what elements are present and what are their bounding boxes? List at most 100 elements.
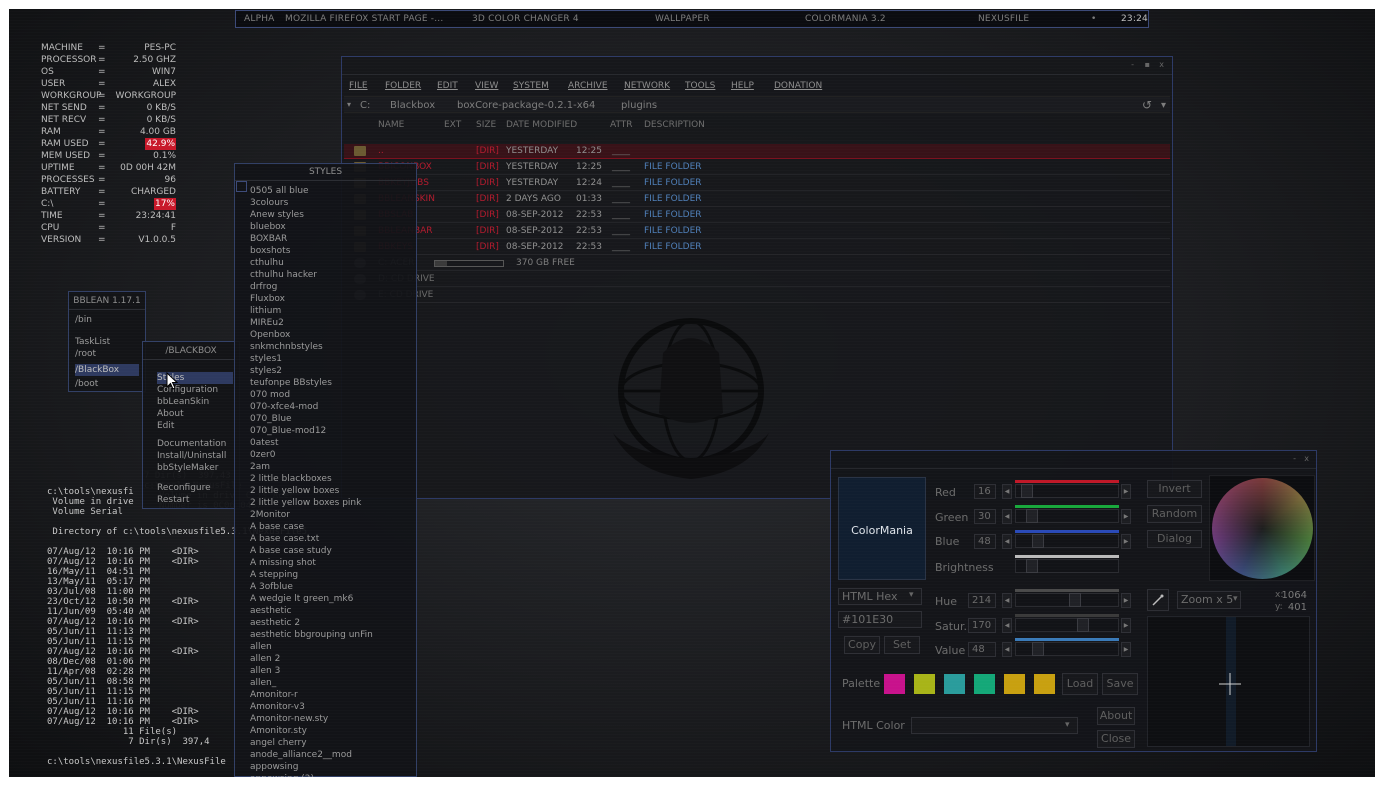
zoom-dropdown-icon[interactable]: ▾ bbox=[1233, 594, 1238, 604]
style-item[interactable]: aesthetic bbgrouping unFin bbox=[250, 629, 412, 641]
drive-row[interactable]: C: ACER370 GB FREE bbox=[344, 256, 1170, 271]
blue-input[interactable]: 48 bbox=[974, 534, 996, 549]
invert-button[interactable]: Invert bbox=[1147, 480, 1202, 498]
palette-swatch[interactable] bbox=[1034, 674, 1055, 694]
value-input[interactable]: 48 bbox=[968, 642, 996, 657]
style-item[interactable]: allen 3 bbox=[250, 665, 412, 677]
style-item[interactable]: angel cherry bbox=[250, 737, 412, 749]
style-item[interactable]: 2Monitor bbox=[250, 509, 412, 521]
satur-slider-thumb[interactable] bbox=[1076, 618, 1089, 632]
bblean-menu-item[interactable]: TaskList bbox=[75, 336, 139, 348]
format-dropdown-icon[interactable]: ▾ bbox=[909, 590, 914, 600]
style-item[interactable]: A base case.txt bbox=[250, 533, 412, 545]
blackbox-menu-item[interactable]: Edit bbox=[157, 420, 233, 432]
taskbar-item-alpha[interactable]: ALPHA bbox=[244, 14, 275, 24]
hue-input[interactable]: 214 bbox=[968, 593, 996, 608]
style-item[interactable]: drfrog bbox=[250, 281, 412, 293]
green-input[interactable]: 30 bbox=[974, 509, 996, 524]
style-item[interactable]: anode_alliance2__mod bbox=[250, 749, 412, 761]
random-button[interactable]: Random bbox=[1147, 505, 1202, 523]
blackbox-menu-item[interactable]: About bbox=[157, 408, 233, 420]
style-item[interactable]: 2am bbox=[250, 461, 412, 473]
brightness-slider-thumb[interactable] bbox=[1025, 559, 1038, 573]
file-row[interactable]: BBICONBOX[DIR]YESTERDAY12:25____FILE FOL… bbox=[344, 160, 1170, 175]
style-item[interactable]: A stepping bbox=[250, 569, 412, 581]
style-item[interactable]: Amonitor-v3 bbox=[250, 701, 412, 713]
style-item[interactable]: Amonitor.sty bbox=[250, 725, 412, 737]
color-wheel[interactable] bbox=[1212, 478, 1313, 579]
menu-help[interactable]: HELP bbox=[731, 81, 754, 91]
cm-close-icon[interactable]: x bbox=[1304, 454, 1309, 463]
file-row[interactable]: .. [DIR] YESTERDAY 12:25 ____ bbox=[344, 144, 1170, 159]
palette-swatch[interactable] bbox=[1004, 674, 1025, 694]
satur-decrement-button[interactable]: ◀ bbox=[1002, 618, 1012, 633]
red-input[interactable]: 16 bbox=[974, 484, 996, 499]
style-item[interactable]: styles2 bbox=[250, 365, 412, 377]
style-item[interactable]: 2 little blackboxes bbox=[250, 473, 412, 485]
blue-slider[interactable] bbox=[1015, 534, 1119, 548]
style-item[interactable]: appowsing bbox=[250, 761, 412, 773]
html-color-dropdown-icon[interactable]: ▾ bbox=[1065, 720, 1070, 730]
style-item[interactable]: cthulhu hacker bbox=[250, 269, 412, 281]
blue-decrement-button[interactable]: ◀ bbox=[1002, 534, 1012, 549]
path-dropdown-icon[interactable]: ▾ bbox=[1161, 100, 1166, 111]
palette-swatch[interactable] bbox=[944, 674, 965, 694]
blackbox-menu-item[interactable]: bbStyleMaker bbox=[157, 462, 233, 474]
zoom-view[interactable] bbox=[1147, 616, 1310, 747]
column-size[interactable]: SIZE bbox=[476, 120, 496, 130]
html-color-select[interactable] bbox=[911, 717, 1078, 734]
taskbar-item-colormania[interactable]: COLORMANIA 3.2 bbox=[805, 14, 886, 24]
menu-view[interactable]: VIEW bbox=[475, 81, 498, 91]
style-item[interactable]: aesthetic bbox=[250, 605, 412, 617]
breadcrumb-plugins[interactable]: plugins bbox=[621, 100, 657, 111]
red-increment-button[interactable]: ▶ bbox=[1121, 484, 1131, 499]
file-row[interactable]: BBKEYS[DIR]08-SEP-201222:53____FILE FOLD… bbox=[344, 240, 1170, 255]
style-item[interactable]: 0505 all blue bbox=[250, 185, 412, 197]
blackbox-menu-item[interactable]: Restart bbox=[157, 494, 233, 506]
copy-button[interactable]: Copy bbox=[844, 636, 880, 654]
style-item[interactable]: snkmchnbstyles bbox=[250, 341, 412, 353]
style-item[interactable]: cthulhu bbox=[250, 257, 412, 269]
hue-decrement-button[interactable]: ◀ bbox=[1002, 593, 1012, 608]
style-item[interactable]: bluebox bbox=[250, 221, 412, 233]
green-decrement-button[interactable]: ◀ bbox=[1002, 509, 1012, 524]
maximize-icon[interactable]: ▪ bbox=[1145, 60, 1150, 69]
style-item[interactable]: BOXBAR bbox=[250, 233, 412, 245]
satur-input[interactable]: 170 bbox=[968, 618, 996, 633]
style-item[interactable]: lithium bbox=[250, 305, 412, 317]
set-button[interactable]: Set bbox=[884, 636, 920, 654]
green-increment-button[interactable]: ▶ bbox=[1121, 509, 1131, 524]
value-increment-button[interactable]: ▶ bbox=[1121, 642, 1131, 657]
palette-swatch[interactable] bbox=[914, 674, 935, 694]
red-decrement-button[interactable]: ◀ bbox=[1002, 484, 1012, 499]
style-item[interactable]: 070 mod bbox=[250, 389, 412, 401]
bblean-menu-item[interactable]: /boot bbox=[75, 378, 139, 390]
style-item[interactable]: 2 little yellow boxes bbox=[250, 485, 412, 497]
eyedropper-icon[interactable] bbox=[1147, 589, 1169, 611]
hue-increment-button[interactable]: ▶ bbox=[1121, 593, 1131, 608]
value-decrement-button[interactable]: ◀ bbox=[1002, 642, 1012, 657]
red-slider-thumb[interactable] bbox=[1020, 484, 1033, 498]
file-manager-titlebar[interactable]: - ▪ x bbox=[342, 57, 1172, 75]
menu-file[interactable]: FILE bbox=[349, 81, 368, 91]
load-button[interactable]: Load bbox=[1062, 673, 1098, 695]
close-button[interactable]: Close bbox=[1097, 730, 1135, 748]
drive-row[interactable]: D: CD DRIVE bbox=[344, 272, 1170, 287]
menu-folder[interactable]: FOLDER bbox=[385, 81, 421, 91]
file-row[interactable]: BBSLAB[DIR]08-SEP-201222:53____FILE FOLD… bbox=[344, 208, 1170, 223]
style-item[interactable]: boxshots bbox=[250, 245, 412, 257]
style-item[interactable]: 3colours bbox=[250, 197, 412, 209]
menu-system[interactable]: SYSTEM bbox=[513, 81, 549, 91]
blackbox-menu-item[interactable]: Documentation bbox=[157, 438, 233, 450]
bblean-menu-item[interactable]: /root bbox=[75, 348, 139, 360]
path-back-icon[interactable]: ▾ bbox=[347, 100, 351, 109]
blue-slider-thumb[interactable] bbox=[1032, 534, 1045, 548]
style-item[interactable]: 070-xfce4-mod bbox=[250, 401, 412, 413]
column-description[interactable]: DESCRIPTION bbox=[644, 120, 705, 130]
refresh-icon[interactable]: ↺ bbox=[1142, 98, 1152, 112]
hue-slider[interactable] bbox=[1015, 593, 1119, 607]
green-slider-thumb[interactable] bbox=[1025, 509, 1038, 523]
style-item[interactable]: aesthetic 2 bbox=[250, 617, 412, 629]
taskbar-item-wallpaper[interactable]: WALLPAPER bbox=[655, 14, 710, 24]
taskbar-item-3d-color-changer[interactable]: 3D COLOR CHANGER 4 bbox=[472, 14, 579, 24]
